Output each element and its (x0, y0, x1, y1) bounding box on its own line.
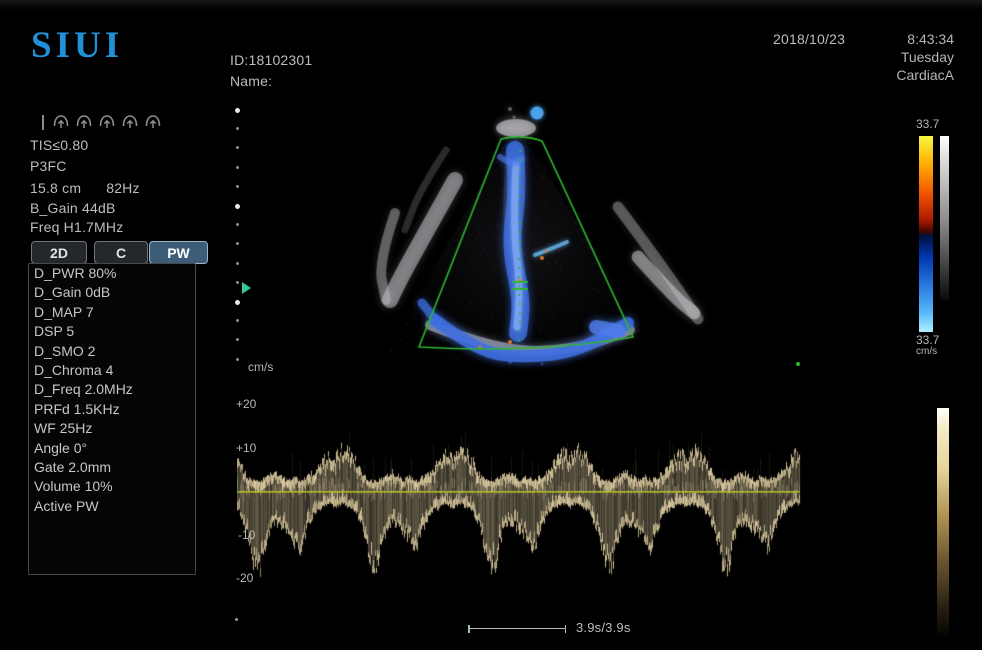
spectral-gray-map-bar (937, 408, 949, 640)
ruler-end-dot (235, 618, 238, 621)
probe-icon (52, 113, 70, 131)
param-item[interactable]: D_PWR 80% (29, 264, 195, 283)
color-doppler-bar (919, 136, 933, 332)
probe-model: P3FC (30, 158, 67, 174)
exam-time: 8:43:34 (896, 30, 954, 48)
frame-rate: 82Hz (106, 180, 139, 196)
ruler-dot (236, 319, 239, 322)
siui-logo: SIUI (31, 24, 123, 67)
param-item[interactable]: D_MAP 7 (29, 303, 195, 322)
probe-icon (98, 113, 116, 131)
param-item[interactable]: Volume 10% (29, 477, 195, 496)
ruler-dot (236, 242, 239, 245)
divider (42, 115, 44, 130)
color-scale-max: 33.7 (916, 117, 939, 131)
ruler-dot (235, 300, 240, 305)
tab-pw[interactable]: PW (149, 241, 208, 264)
ruler-dot (236, 223, 239, 226)
time-scale-label: 3.9s/3.9s (576, 620, 631, 635)
b-gain: B_Gain 44dB (30, 200, 115, 216)
exam-date: 2018/10/23 (773, 31, 845, 47)
ultrasound-screen: SIUI ID:18102301 Name: 2018/10/23 8:43:3… (0, 0, 982, 650)
patient-id: ID:18102301 (230, 52, 312, 68)
probe-icon (75, 113, 93, 131)
spectral-unit-label: cm/s (248, 360, 273, 374)
param-item[interactable]: DSP 5 (29, 322, 195, 341)
param-item[interactable]: PRFd 1.5KHz (29, 400, 195, 419)
pw-parameter-panel: D_PWR 80% D_Gain 0dB D_MAP 7 DSP 5 D_SMO… (28, 263, 196, 575)
tab-2d[interactable]: 2D (31, 241, 87, 264)
tis-value: TIS≤0.80 (30, 137, 88, 153)
probe-status-row (42, 112, 162, 132)
exam-day: Tuesday (896, 48, 954, 66)
param-item[interactable]: Active PW (29, 497, 195, 516)
ruler-dot (235, 204, 240, 209)
probe-icon (121, 113, 139, 131)
param-item[interactable]: Angle 0° (29, 439, 195, 458)
frequency: Freq H1.7MHz (30, 219, 123, 235)
tab-c[interactable]: C (94, 241, 148, 264)
ruler-dot (236, 262, 239, 265)
param-item[interactable]: D_Freq 2.0MHz (29, 380, 195, 399)
grayscale-bar (940, 136, 949, 300)
depth-value: 15.8 cm (30, 180, 81, 196)
ruler-dot (236, 338, 239, 341)
ruler-dot (236, 146, 239, 149)
param-item[interactable]: D_Chroma 4 (29, 361, 195, 380)
ruler-dot (236, 127, 239, 130)
ruler-dot (236, 185, 239, 188)
probe-icon (144, 113, 162, 131)
depth-ruler (234, 104, 242, 364)
param-item[interactable]: WF 25Hz (29, 419, 195, 438)
param-item[interactable]: Gate 2.0mm (29, 458, 195, 477)
time-scale-bar (468, 628, 566, 629)
param-item[interactable]: D_SMO 2 (29, 342, 195, 361)
ruler-dot (236, 281, 239, 284)
ruler-dot (235, 108, 240, 113)
ruler-dot (236, 166, 239, 169)
color-scale-unit: cm/s (916, 346, 937, 357)
focus-marker-icon[interactable] (242, 282, 251, 294)
exam-preset: CardiacA (896, 66, 954, 84)
ruler-dot (236, 358, 239, 361)
clock-block: 8:43:34 Tuesday CardiacA (896, 30, 954, 84)
depth-framerate-line: 15.8 cm 82Hz (30, 180, 140, 196)
sweep-marker-dot (796, 362, 800, 366)
patient-name-label: Name: (230, 73, 272, 89)
spectral-doppler-display (237, 398, 807, 603)
param-item[interactable]: D_Gain 0dB (29, 283, 195, 302)
b-mode-color-doppler-image (360, 95, 710, 375)
color-scale-min: 33.7 (916, 333, 939, 347)
